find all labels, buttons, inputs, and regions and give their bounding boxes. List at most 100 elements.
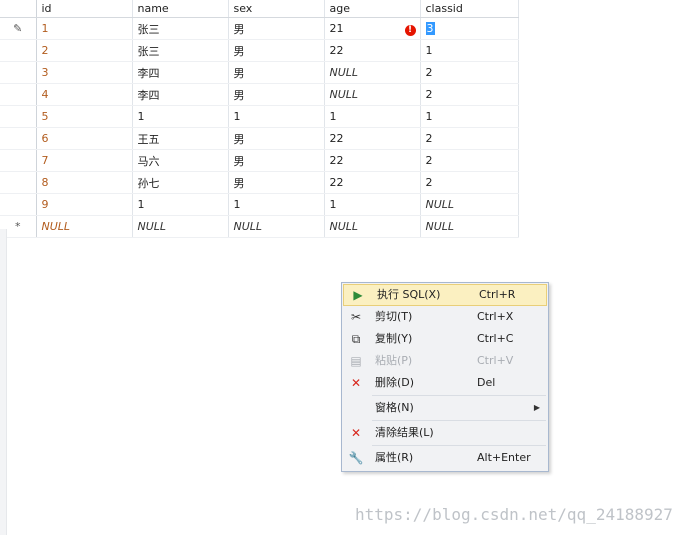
grid-cell-sex[interactable]: 1 <box>228 105 325 128</box>
row-selector[interactable] <box>0 39 37 62</box>
table-row[interactable]: 7 马六男 22 2 <box>0 149 519 172</box>
grid-header-row: id name sex age classid <box>0 0 519 18</box>
row-selector[interactable] <box>0 83 37 106</box>
grid-cell-name[interactable]: 张三 <box>132 17 229 40</box>
row-selector[interactable] <box>0 105 37 128</box>
menu-separator <box>372 395 546 396</box>
column-header-sex[interactable]: sex <box>228 0 325 18</box>
grid-cell-classid[interactable]: 1 <box>420 39 519 62</box>
grid-cell-age[interactable]: 1 <box>324 105 421 128</box>
grid-cell-id[interactable]: 3 <box>36 61 133 84</box>
column-header-classid[interactable]: classid <box>420 0 519 18</box>
row-selector[interactable]: ✎ <box>0 17 37 40</box>
grid-cell-classid[interactable]: NULL <box>420 193 519 216</box>
execute-sql-icon: ▶ <box>353 288 363 302</box>
grid-cell-name[interactable]: 李四 <box>132 61 229 84</box>
column-header-id[interactable]: id <box>36 0 133 18</box>
context-menu: ▶ 执行 SQL(X) Ctrl+R ✂ 剪切(T) Ctrl+X ⧉ 复制(Y) Ctrl+C… <box>341 282 549 472</box>
row-selector[interactable] <box>0 193 37 216</box>
menu-item-execute-sql[interactable]: ▶ 执行 SQL(X) Ctrl+R <box>343 284 547 306</box>
grid-cell-age[interactable]: 22 <box>324 39 421 62</box>
row-selector[interactable] <box>0 61 37 84</box>
menu-item-delete[interactable]: ✕ 删除(D) Del <box>342 372 548 394</box>
grid-cell-id[interactable]: 2 <box>36 39 133 62</box>
grid-cell-age[interactable]: 22 <box>324 149 421 172</box>
grid-cell-sex[interactable]: 男 <box>228 171 325 194</box>
grid-cell-id[interactable]: 6 <box>36 127 133 150</box>
grid-cell-age[interactable]: 1 <box>324 193 421 216</box>
grid-cell-sex[interactable]: 男 <box>228 83 325 106</box>
grid-cell-id[interactable]: 8 <box>36 171 133 194</box>
table-row[interactable]: * NULL NULL NULL NULL NULL <box>0 215 519 238</box>
clear-x-icon: ✕ <box>350 426 362 440</box>
grid-cell-age[interactable]: 22 <box>324 127 421 150</box>
grid-cell-id[interactable]: 9 <box>36 193 133 216</box>
table-row[interactable]: 2 张三男 22 1 <box>0 39 519 62</box>
grid-cell-name[interactable]: 李四 <box>132 83 229 106</box>
grid-cell-classid[interactable]: 2 <box>420 149 519 172</box>
column-header-age[interactable]: age <box>324 0 421 18</box>
table-row[interactable]: ✎ 1 张三男 21! 3 <box>0 17 519 40</box>
grid-cell-sex[interactable]: 男 <box>228 39 325 62</box>
grid-cell-age[interactable]: NULL <box>324 215 421 238</box>
menu-item-shortcut: Ctrl+R <box>479 288 516 301</box>
column-header-name[interactable]: name <box>132 0 229 18</box>
menu-item-label: 粘贴(P) <box>375 354 413 367</box>
grid-cell-id[interactable]: 4 <box>36 83 133 106</box>
grid-cell-name[interactable]: NULL <box>132 215 229 238</box>
table-row[interactable]: 3 李四男 NULL 2 <box>0 61 519 84</box>
menu-item-shortcut: Del <box>477 376 496 389</box>
grid-cell-id[interactable]: 1 <box>36 17 133 40</box>
grid-cell-sex[interactable]: 男 <box>228 127 325 150</box>
grid-cell-classid[interactable]: 2 <box>420 127 519 150</box>
grid-cell-id[interactable]: 5 <box>36 105 133 128</box>
table-row[interactable]: 4 李四男 NULL 2 <box>0 83 519 106</box>
menu-item-label: 属性(R) <box>375 451 414 464</box>
left-pane-edge <box>0 229 7 535</box>
menu-item-copy[interactable]: ⧉ 复制(Y) Ctrl+C <box>342 328 548 350</box>
cell-text: 21 <box>329 22 344 35</box>
paste-icon: ▤ <box>350 354 362 368</box>
scissors-icon: ✂ <box>350 310 362 324</box>
grid-cell-age[interactable]: 21! <box>324 17 421 40</box>
menu-item-properties[interactable]: 🔧 属性(R) Alt+Enter <box>342 447 548 469</box>
grid-cell-name[interactable]: 张三 <box>132 39 229 62</box>
cell-wrap: 21! <box>329 22 420 36</box>
grid-cell-sex[interactable]: 1 <box>228 193 325 216</box>
grid-cell-classid[interactable]: 3 <box>420 17 519 40</box>
row-selector[interactable] <box>0 171 37 194</box>
table-row[interactable]: 51111 <box>0 105 519 128</box>
row-selector-header[interactable] <box>0 0 37 18</box>
error-icon[interactable]: ! <box>404 25 416 36</box>
delete-x-icon: ✕ <box>350 376 362 390</box>
row-selector[interactable] <box>0 149 37 172</box>
grid-cell-name[interactable]: 王五 <box>132 127 229 150</box>
table-row[interactable]: 8 孙七男 22 2 <box>0 171 519 194</box>
table-row[interactable]: 9 1 1 1 NULL <box>0 193 519 216</box>
menu-item-cut[interactable]: ✂ 剪切(T) Ctrl+X <box>342 306 548 328</box>
grid-cell-sex[interactable]: NULL <box>228 215 325 238</box>
grid-cell-name[interactable]: 孙七 <box>132 171 229 194</box>
grid-cell-name[interactable]: 1 <box>132 105 229 128</box>
grid-cell-age[interactable]: 22 <box>324 171 421 194</box>
grid-cell-name[interactable]: 马六 <box>132 149 229 172</box>
table-row[interactable]: 6 王五男 22 2 <box>0 127 519 150</box>
grid-cell-sex[interactable]: 男 <box>228 149 325 172</box>
grid-cell-classid[interactable]: 2 <box>420 171 519 194</box>
grid-cell-classid[interactable]: NULL <box>420 215 519 238</box>
grid-cell-age[interactable]: NULL <box>324 61 421 84</box>
menu-item-pane[interactable]: 窗格(N) ▶ <box>342 397 548 419</box>
grid-cell-id[interactable]: NULL <box>36 215 133 238</box>
grid-cell-name[interactable]: 1 <box>132 193 229 216</box>
grid-cell-classid[interactable]: 2 <box>420 61 519 84</box>
grid-cell-sex[interactable]: 男 <box>228 17 325 40</box>
grid-cell-classid[interactable]: 1 <box>420 105 519 128</box>
grid-cell-age[interactable]: NULL <box>324 83 421 106</box>
menu-item-clear-results[interactable]: ✕ 清除结果(L) <box>342 422 548 444</box>
grid-cell-id[interactable]: 7 <box>36 149 133 172</box>
row-selector[interactable] <box>0 127 37 150</box>
grid-cell-sex[interactable]: 男 <box>228 61 325 84</box>
grid-cell-classid[interactable]: 2 <box>420 83 519 106</box>
menu-item-label: 删除(D) <box>375 376 415 389</box>
menu-separator <box>372 445 546 446</box>
